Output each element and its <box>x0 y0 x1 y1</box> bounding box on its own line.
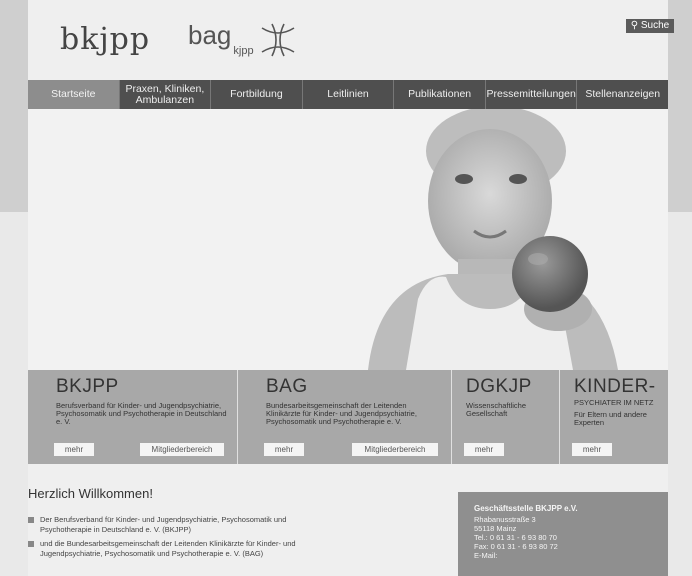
card-more-button[interactable]: mehr <box>54 443 94 456</box>
main-navigation: Startseite Praxen, Kliniken, Ambulanzen … <box>28 80 668 109</box>
card-more-button[interactable]: mehr <box>264 443 304 456</box>
card-title: BKJPP <box>56 376 119 397</box>
nav-item-fortbildung[interactable]: Fortbildung <box>211 80 303 109</box>
bag-logo-text: bag <box>188 20 232 50</box>
nav-item-pressemitteilungen[interactable]: Pressemitteilungen <box>486 80 578 109</box>
nav-item-leitlinien[interactable]: Leitlinien <box>303 80 395 109</box>
contact-street: Rhabanusstraße 3 <box>474 515 536 524</box>
contact-email-label: E-Mail: <box>474 551 498 560</box>
card-dgkjp: DGKJP Wissenschaftliche Gesellschaft meh… <box>452 370 560 464</box>
nav-item-praxen[interactable]: Praxen, Kliniken, Ambulanzen <box>120 80 212 109</box>
contact-fax: Fax: 0 61 31 - 6 93 80 72 <box>474 542 558 551</box>
card-bkjpp: BKJPP Berufsverband für Kinder- und Juge… <box>28 370 238 464</box>
bag-logo-sub: kjpp <box>233 45 254 57</box>
hero-child-illustration <box>28 109 668 370</box>
welcome-list-item: und die Bundesarbeitsgemeinschaft der Le… <box>28 539 328 559</box>
card-members-button[interactable]: Mitgliederbereich <box>140 443 224 456</box>
hero-image <box>28 109 668 370</box>
welcome-list: Der Berufsverband für Kinder- und Jugend… <box>28 515 328 563</box>
search-icon: ⚲ <box>630 20 639 31</box>
card-title: BAG <box>266 376 308 397</box>
nav-item-startseite[interactable]: Startseite <box>28 80 120 109</box>
card-title: KINDER- <box>574 376 656 397</box>
bag-logo[interactable]: bagkjpp <box>188 20 254 57</box>
card-more-button[interactable]: mehr <box>464 443 504 456</box>
card-text: Wissenschaftliche Gesellschaft <box>466 401 527 418</box>
contact-box: Geschäftsstelle BKJPP e.V. Rhabanusstraß… <box>458 492 668 576</box>
nav-item-stellenanzeigen[interactable]: Stellenanzeigen <box>577 80 668 109</box>
card-more-button[interactable]: mehr <box>572 443 612 456</box>
welcome-heading: Herzlich Willkommen! <box>28 486 153 501</box>
card-kinderpsychiater: KINDER- PSYCHIATER IM NETZ Für Eltern un… <box>560 370 668 464</box>
welcome-list-item: Der Berufsverband für Kinder- und Jugend… <box>28 515 328 535</box>
contact-title: Geschäftsstelle BKJPP e.V. <box>474 504 578 513</box>
bkjpp-logo[interactable]: bkjpp <box>60 22 150 57</box>
nav-item-publikationen[interactable]: Publikationen <box>394 80 486 109</box>
contact-phone: Tel.: 0 61 31 - 6 93 80 70 <box>474 533 557 542</box>
card-text: Berufsverband für Kinder- und Jugendpsyc… <box>56 401 227 426</box>
bag-emblem-icon <box>261 23 295 57</box>
card-members-button[interactable]: Mitgliederbereich <box>352 443 438 456</box>
contact-city: 55118 Mainz <box>474 524 517 533</box>
card-text: Für Eltern und andere Experten <box>574 410 647 427</box>
search-label: Suche <box>640 20 670 31</box>
card-text: Bundesarbeitsgemeinschaft der Leitenden … <box>266 401 417 426</box>
feature-cards: BKJPP Berufsverband für Kinder- und Juge… <box>28 370 668 464</box>
card-bag: BAG Bundesarbeitsgemeinschaft der Leiten… <box>238 370 452 464</box>
card-subtitle: PSYCHIATER IM NETZ <box>574 398 654 407</box>
search-button[interactable]: ⚲ Suche <box>626 19 674 33</box>
card-title: DGKJP <box>466 376 532 397</box>
